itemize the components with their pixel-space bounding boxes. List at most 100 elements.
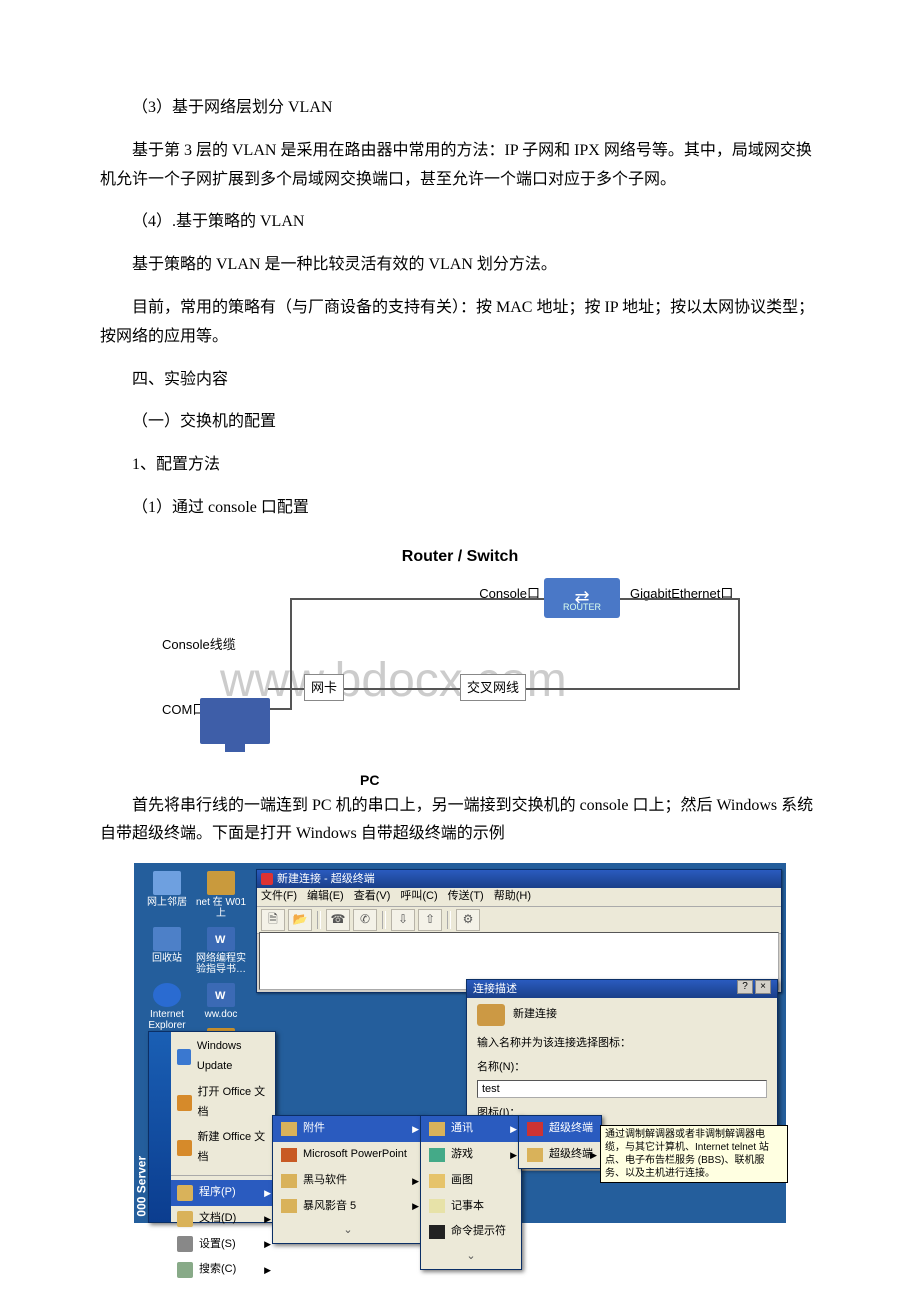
heading-4-1: （一）交换机的配置 [100,408,820,437]
chevron-right-icon: ▶ [264,1211,271,1227]
documents-icon [177,1211,193,1227]
chevron-right-icon: ▶ [510,1147,517,1163]
new-office-doc-icon [177,1140,192,1156]
search-icon [177,1262,193,1278]
name-label: 名称(N)： [477,1058,767,1078]
line [380,688,740,690]
menu-file[interactable]: 文件(F) [261,887,297,907]
para-3-body: 基于第 3 层的 VLAN 是采用在路由器中常用的方法：IP 子网和 IPX 网… [100,137,820,195]
accessories-submenu: 通讯 ▶ 游戏 ▶ 画图 记事本 命令提示符 ⌄ [420,1115,522,1270]
desktop-icon-network-neighbor[interactable]: 网上邻居 [140,871,194,908]
submenu-item-games[interactable]: 游戏 ▶ [421,1142,521,1168]
gige-port-label: GigabitEthernet口 [630,582,733,605]
chevron-right-icon: ▶ [264,1185,271,1201]
toolbar-sep [447,911,451,929]
folder-icon [281,1174,297,1188]
start-item-windows-update[interactable]: Windows Update [171,1034,275,1080]
line [290,598,292,708]
start-item-documents[interactable]: 文档(D) ▶ [171,1206,275,1232]
router-switch-diagram: Router / Switch www.bdocx.com Console口 G… [160,543,760,778]
window-title-text: 新建连接 - 超级终端 [277,870,375,888]
menu-transfer[interactable]: 传送(T) [448,887,484,907]
chevron-right-icon: ▶ [264,1262,271,1278]
dialog-prompt: 输入名称并为该连接选择图标： [477,1034,767,1054]
submenu-item-notepad[interactable]: 记事本 [421,1194,521,1220]
submenu-item-hyperterminal[interactable]: 超级终端 [519,1116,601,1142]
pc-label: PC [360,768,379,793]
submenu-item-baofeng[interactable]: 暴风影音 5 ▶ [273,1194,423,1220]
start-menu-banner: 000 Server [149,1032,171,1222]
desktop-icon-wwdoc[interactable]: ww.doc [194,983,248,1020]
cmd-icon [429,1225,445,1239]
cross-cable-label: 交叉网线 [460,674,526,701]
powerpoint-icon [281,1148,297,1162]
games-icon [429,1148,445,1162]
para-after-diagram: 首先将串行线的一端连到 PC 机的串口上，另一端接到交换机的 console 口… [100,792,820,850]
window-titlebar[interactable]: 新建连接 - 超级终端 [257,870,781,888]
desktop-icon-netlab-doc[interactable]: 网络编程实验指导书… [194,927,248,975]
para-4-body2: 目前，常用的策略有（与厂商设备的支持有关）：按 MAC 地址；按 IP 地址；按… [100,294,820,352]
toolbar-open-icon[interactable]: 📂 [288,909,312,931]
hyperterminal-tooltip: 通过调制解调器或者非调制解调器电缆，与其它计算机、Internet telnet… [600,1125,788,1183]
submenu-item-heima[interactable]: 黑马软件 ▶ [273,1168,423,1194]
dialog-titlebar[interactable]: 连接描述 ? × [467,980,777,998]
toolbar-call-icon[interactable]: ☎ [326,909,350,931]
chevron-down-icon[interactable]: ⌄ [421,1245,521,1269]
settings-icon [177,1236,193,1252]
start-item-programs[interactable]: 程序(P) ▶ [171,1180,275,1206]
menu-call[interactable]: 呼叫(C) [400,887,437,907]
nic-label: 网卡 [304,674,344,701]
submenu-item-paint[interactable]: 画图 [421,1168,521,1194]
hyperterminal-screenshot: 网上邻居 net 在 W01 上 回收站 网络编程实验指导书… Internet… [134,863,786,1223]
start-item-search[interactable]: 搜索(C) ▶ [171,1257,275,1283]
desktop-icon-ie[interactable]: Internet Explorer [140,983,194,1031]
item-1: 1、配置方法 [100,451,820,480]
programs-submenu: 附件 ▶ Microsoft PowerPoint 黑马软件 ▶ 暴风影音 5 … [272,1115,424,1244]
folder-icon [429,1122,445,1136]
close-button-icon[interactable]: × [755,980,771,994]
toolbar-receive-icon[interactable]: ⇧ [418,909,442,931]
diagram-title: Router / Switch [160,543,760,572]
chevron-right-icon: ▶ [264,1236,271,1252]
toolbar-hangup-icon[interactable]: ✆ [353,909,377,931]
new-connection-label: 新建连接 [513,1005,557,1025]
dialog-title-text: 连接描述 [473,980,517,998]
menu-bar: 文件(F) 编辑(E) 查看(V) 呼叫(C) 传送(T) 帮助(H) [257,888,781,907]
windows-update-icon [177,1049,191,1065]
toolbar-props-icon[interactable]: ⚙ [456,909,480,931]
name-input[interactable] [477,1080,767,1098]
communications-submenu: 超级终端 超级终端 ▶ [518,1115,602,1169]
menu-edit[interactable]: 编辑(E) [307,887,344,907]
submenu-item-communications[interactable]: 通讯 ▶ [421,1116,521,1142]
console-cable-label: Console线缆 [160,633,238,656]
start-item-settings[interactable]: 设置(S) ▶ [171,1232,275,1258]
start-item-new-office[interactable]: 新建 Office 文档 [171,1125,275,1171]
item-1-1: （1）通过 console 口配置 [100,494,820,523]
chevron-down-icon[interactable]: ⌄ [273,1219,423,1243]
notepad-icon [429,1199,445,1213]
help-button-icon[interactable]: ? [737,980,753,994]
toolbar-send-icon[interactable]: ⇩ [391,909,415,931]
menu-help[interactable]: 帮助(H) [494,887,531,907]
folder-icon [527,1148,543,1162]
hyperterminal-icon [527,1122,543,1136]
submenu-item-powerpoint[interactable]: Microsoft PowerPoint [273,1142,423,1168]
submenu-item-accessories[interactable]: 附件 ▶ [273,1116,423,1142]
chevron-right-icon: ▶ [412,1198,419,1214]
line [290,598,544,600]
submenu-item-hyperterminal-folder[interactable]: 超级终端 ▶ [519,1142,601,1168]
router-icon: ⇄ ROUTER [544,578,620,618]
pc-icon [200,698,280,748]
submenu-item-cmd[interactable]: 命令提示符 [421,1219,521,1245]
toolbar: 🗎 📂 ☎ ✆ ⇩ ⇧ ⚙ [257,907,781,934]
chevron-right-icon: ▶ [510,1121,517,1137]
toolbar-new-icon[interactable]: 🗎 [261,909,285,931]
desktop-icon-recycle-bin[interactable]: 回收站 [140,927,194,964]
folder-icon [281,1122,297,1136]
desktop-icon-net-w01[interactable]: net 在 W01 上 [194,871,248,919]
paint-icon [429,1174,445,1188]
menu-view[interactable]: 查看(V) [354,887,391,907]
start-item-open-office[interactable]: 打开 Office 文档 [171,1080,275,1126]
chevron-right-icon: ▶ [590,1147,597,1163]
programs-icon [177,1185,193,1201]
